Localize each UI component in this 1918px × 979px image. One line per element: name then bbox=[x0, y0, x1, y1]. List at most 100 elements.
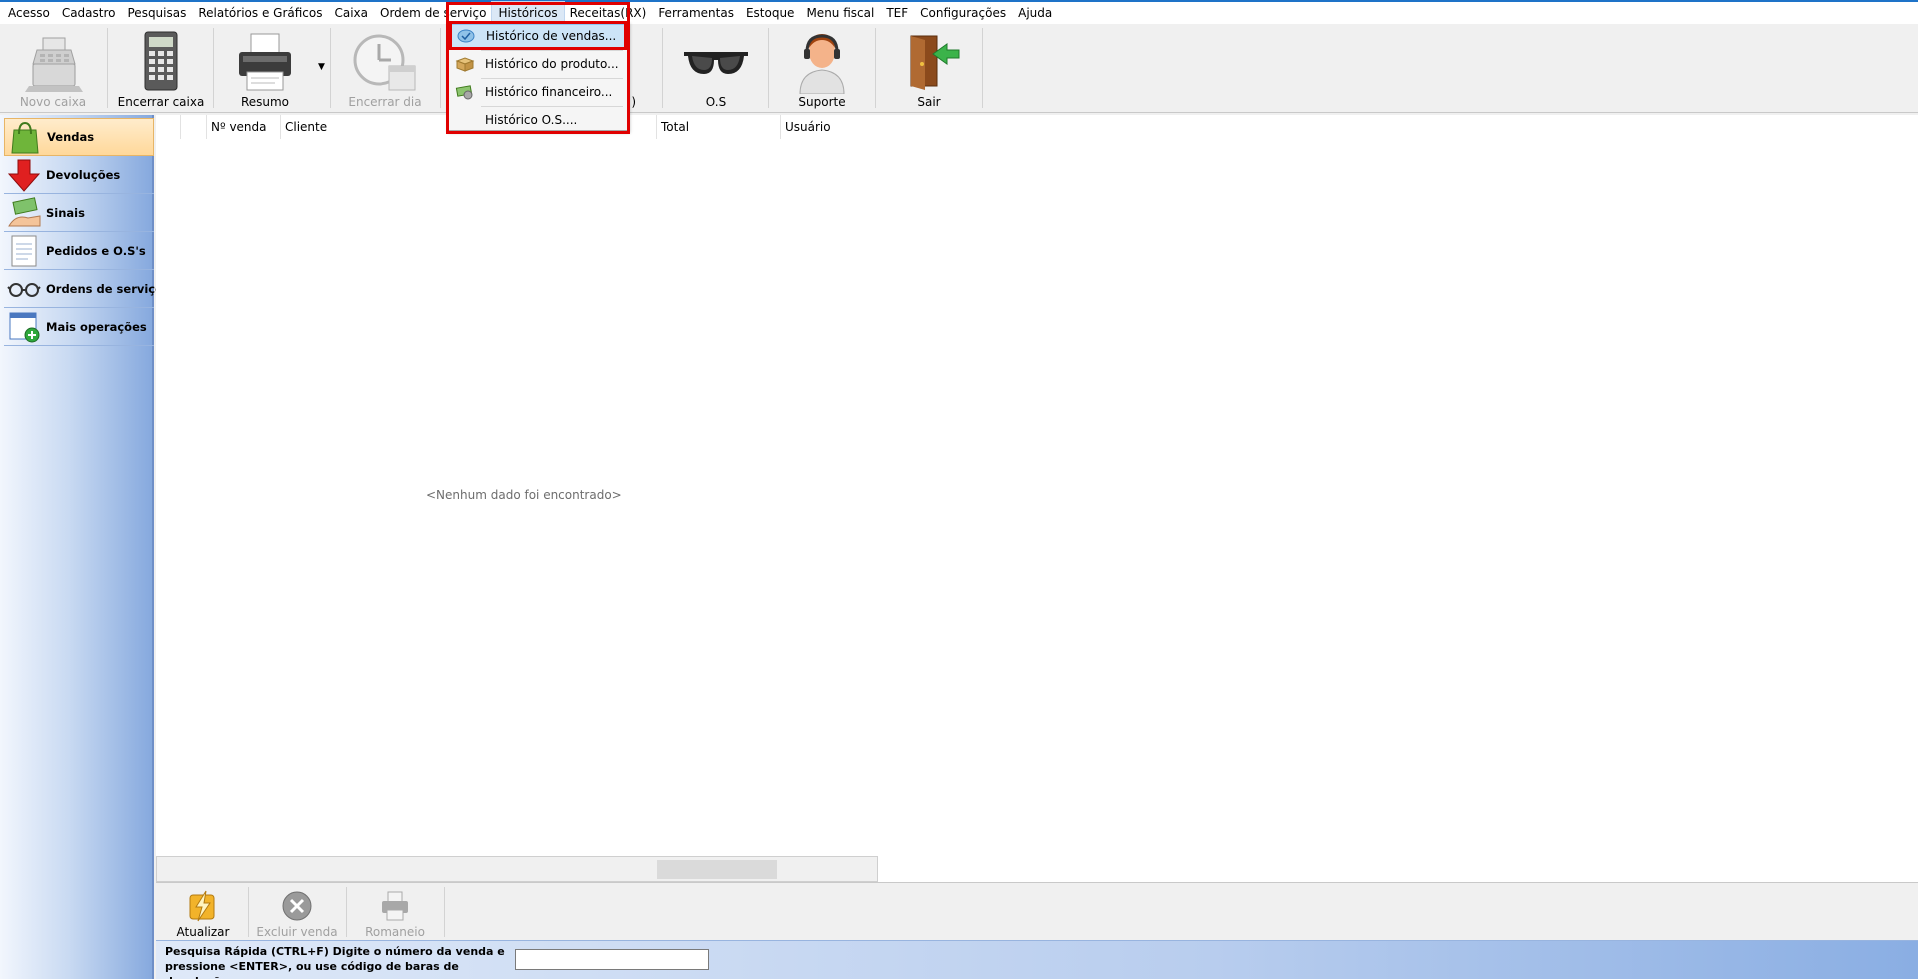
sidebar-item-pedidos[interactable]: Pedidos e O.S's bbox=[4, 232, 154, 270]
menu-separator bbox=[481, 106, 623, 107]
atualizar-label: Atualizar bbox=[176, 925, 230, 939]
toolbar-divider bbox=[444, 887, 445, 937]
romaneio-label: Romaneio bbox=[365, 925, 425, 939]
document-icon bbox=[11, 235, 37, 266]
toolbar-divider bbox=[346, 887, 347, 937]
calculator-icon bbox=[144, 31, 178, 91]
sidebar-item-label: Ordens de serviço bbox=[46, 281, 164, 296]
exit-door-icon bbox=[910, 35, 960, 90]
sidebar-item-label: Mais operações bbox=[46, 319, 147, 334]
sidebar-item-label: Vendas bbox=[47, 130, 95, 144]
quick-search-label: Pesquisa Rápida (CTRL+F) Digite o número… bbox=[165, 945, 505, 979]
os-button[interactable]: O.S bbox=[665, 26, 767, 110]
os-label: O.S bbox=[705, 95, 727, 109]
encerrar-dia-button[interactable]: Encerrar dia bbox=[334, 26, 436, 110]
clock-calendar-icon bbox=[353, 34, 416, 91]
menu-item-label: Histórico O.S.... bbox=[485, 113, 578, 127]
menu-item-historico-produto[interactable]: Histórico do produto... bbox=[449, 52, 625, 76]
printer-icon bbox=[239, 33, 291, 91]
menu-estoque[interactable]: Estoque bbox=[740, 2, 801, 24]
menu-menu-fiscal[interactable]: Menu fiscal bbox=[800, 2, 880, 24]
menu-item-label: Histórico do produto... bbox=[485, 57, 619, 71]
toolbar-divider bbox=[213, 28, 214, 108]
encerrar-dia-label: Encerrar dia bbox=[348, 95, 422, 109]
atualizar-button[interactable]: Atualizar bbox=[158, 887, 248, 939]
menu-separator bbox=[481, 78, 623, 79]
quick-search-bar: Pesquisa Rápida (CTRL+F) Digite o número… bbox=[156, 940, 1918, 979]
excluir-venda-label: Excluir venda bbox=[256, 925, 338, 939]
toolbar-divider bbox=[330, 28, 331, 108]
menu-item-label: Histórico financeiro... bbox=[485, 85, 613, 99]
column-header-total[interactable]: Total bbox=[656, 115, 780, 139]
menu-acesso[interactable]: Acesso bbox=[2, 2, 56, 24]
menu-item-historico-vendas[interactable]: Histórico de vendas... bbox=[449, 24, 625, 48]
arrow-down-icon bbox=[7, 159, 41, 192]
bottom-toolbar: Atualizar Excluir venda Romaneio bbox=[156, 882, 1918, 940]
sair-label: Sair bbox=[917, 95, 941, 109]
historicos-dropdown-menu: Histórico de vendas... Histórico do prod… bbox=[446, 21, 628, 131]
money-icon bbox=[455, 85, 473, 100]
menu-ferramentas[interactable]: Ferramentas bbox=[652, 2, 740, 24]
excluir-venda-button[interactable]: Excluir venda bbox=[252, 887, 342, 939]
main-toolbar: Novo caixa Encerrar caixa Resumo ▼ Encer… bbox=[0, 24, 1918, 113]
sidebar-item-label: Pedidos e O.S's bbox=[46, 243, 146, 258]
menu-bar: Acesso Cadastro Pesquisas Relatórios e G… bbox=[0, 1, 1918, 25]
sidebar-item-vendas[interactable]: Vendas bbox=[4, 118, 154, 156]
menu-pesquisas[interactable]: Pesquisas bbox=[122, 2, 193, 24]
menu-relatorios-graficos[interactable]: Relatórios e Gráficos bbox=[192, 2, 328, 24]
encerrar-caixa-button[interactable]: Encerrar caixa bbox=[110, 26, 212, 110]
support-agent-icon bbox=[799, 34, 845, 94]
sidebar-item-ordens-servico[interactable]: Ordens de serviço bbox=[4, 270, 163, 308]
sales-grid[interactable]: Nº venda Cliente Total Usuário <Nenhum d… bbox=[156, 115, 1918, 882]
toolbar-divider bbox=[107, 28, 108, 108]
product-box-icon bbox=[455, 57, 475, 72]
delete-icon bbox=[282, 891, 312, 921]
menu-item-historico-os[interactable]: Histórico O.S.... bbox=[449, 108, 625, 132]
menu-configuracoes[interactable]: Configurações bbox=[914, 2, 1012, 24]
menu-item-historico-financeiro[interactable]: Histórico financeiro... bbox=[449, 80, 625, 104]
sales-history-icon bbox=[457, 29, 475, 43]
menu-item-label: Histórico de vendas... bbox=[486, 29, 617, 43]
romaneio-button[interactable]: Romaneio bbox=[350, 887, 440, 939]
sidebar-item-devolucoes[interactable]: Devoluções bbox=[4, 156, 154, 194]
refresh-lightning-icon bbox=[189, 890, 215, 922]
money-hand-icon bbox=[8, 196, 41, 226]
novo-caixa-label: Novo caixa bbox=[19, 95, 87, 109]
empty-grid-message: <Nenhum dado foi encontrado> bbox=[426, 488, 622, 502]
sidebar-item-mais-operacoes[interactable]: Mais operações bbox=[4, 308, 154, 346]
menu-ajuda[interactable]: Ajuda bbox=[1012, 2, 1058, 24]
glasses-icon bbox=[7, 282, 41, 297]
column-header-usuario[interactable]: Usuário bbox=[780, 115, 900, 139]
sidebar-item-label: Devoluções bbox=[46, 167, 121, 182]
toolbar-divider bbox=[248, 887, 249, 937]
grid-indicator-column bbox=[180, 115, 206, 139]
toolbar-divider bbox=[768, 28, 769, 108]
shopping-bag-icon bbox=[11, 121, 39, 154]
toolbar-divider bbox=[982, 28, 983, 108]
horizontal-scrollbar[interactable] bbox=[156, 856, 878, 882]
toolbar-divider bbox=[662, 28, 663, 108]
sair-button[interactable]: Sair bbox=[878, 26, 980, 110]
resumo-label: Resumo bbox=[240, 95, 290, 109]
grid-header: Nº venda Cliente Total Usuário bbox=[156, 115, 1918, 139]
menu-cadastro[interactable]: Cadastro bbox=[56, 2, 122, 24]
resumo-dropdown-arrow-icon[interactable]: ▼ bbox=[318, 62, 325, 72]
empty-menu-icon bbox=[455, 112, 475, 128]
menu-tef[interactable]: TEF bbox=[880, 2, 914, 24]
suporte-button[interactable]: Suporte bbox=[771, 26, 873, 110]
quick-search-input[interactable] bbox=[515, 949, 709, 970]
resumo-button[interactable]: Resumo bbox=[216, 26, 314, 110]
window-plus-icon bbox=[9, 312, 40, 342]
encerrar-caixa-label: Encerrar caixa bbox=[117, 95, 205, 109]
suporte-label: Suporte bbox=[798, 95, 846, 109]
sidebar: Vendas Devoluções Sinais Pedidos e O.S's… bbox=[0, 115, 163, 979]
toolbar-divider bbox=[440, 28, 441, 108]
menu-caixa[interactable]: Caixa bbox=[328, 2, 374, 24]
novo-caixa-button[interactable]: Novo caixa bbox=[2, 26, 104, 110]
printer-icon bbox=[382, 891, 408, 921]
toolbar-divider bbox=[875, 28, 876, 108]
sunglasses-icon bbox=[684, 52, 748, 74]
sidebar-item-sinais[interactable]: Sinais bbox=[4, 194, 154, 232]
column-header-numero-venda[interactable]: Nº venda bbox=[206, 115, 280, 139]
scrollbar-thumb[interactable] bbox=[657, 860, 777, 879]
